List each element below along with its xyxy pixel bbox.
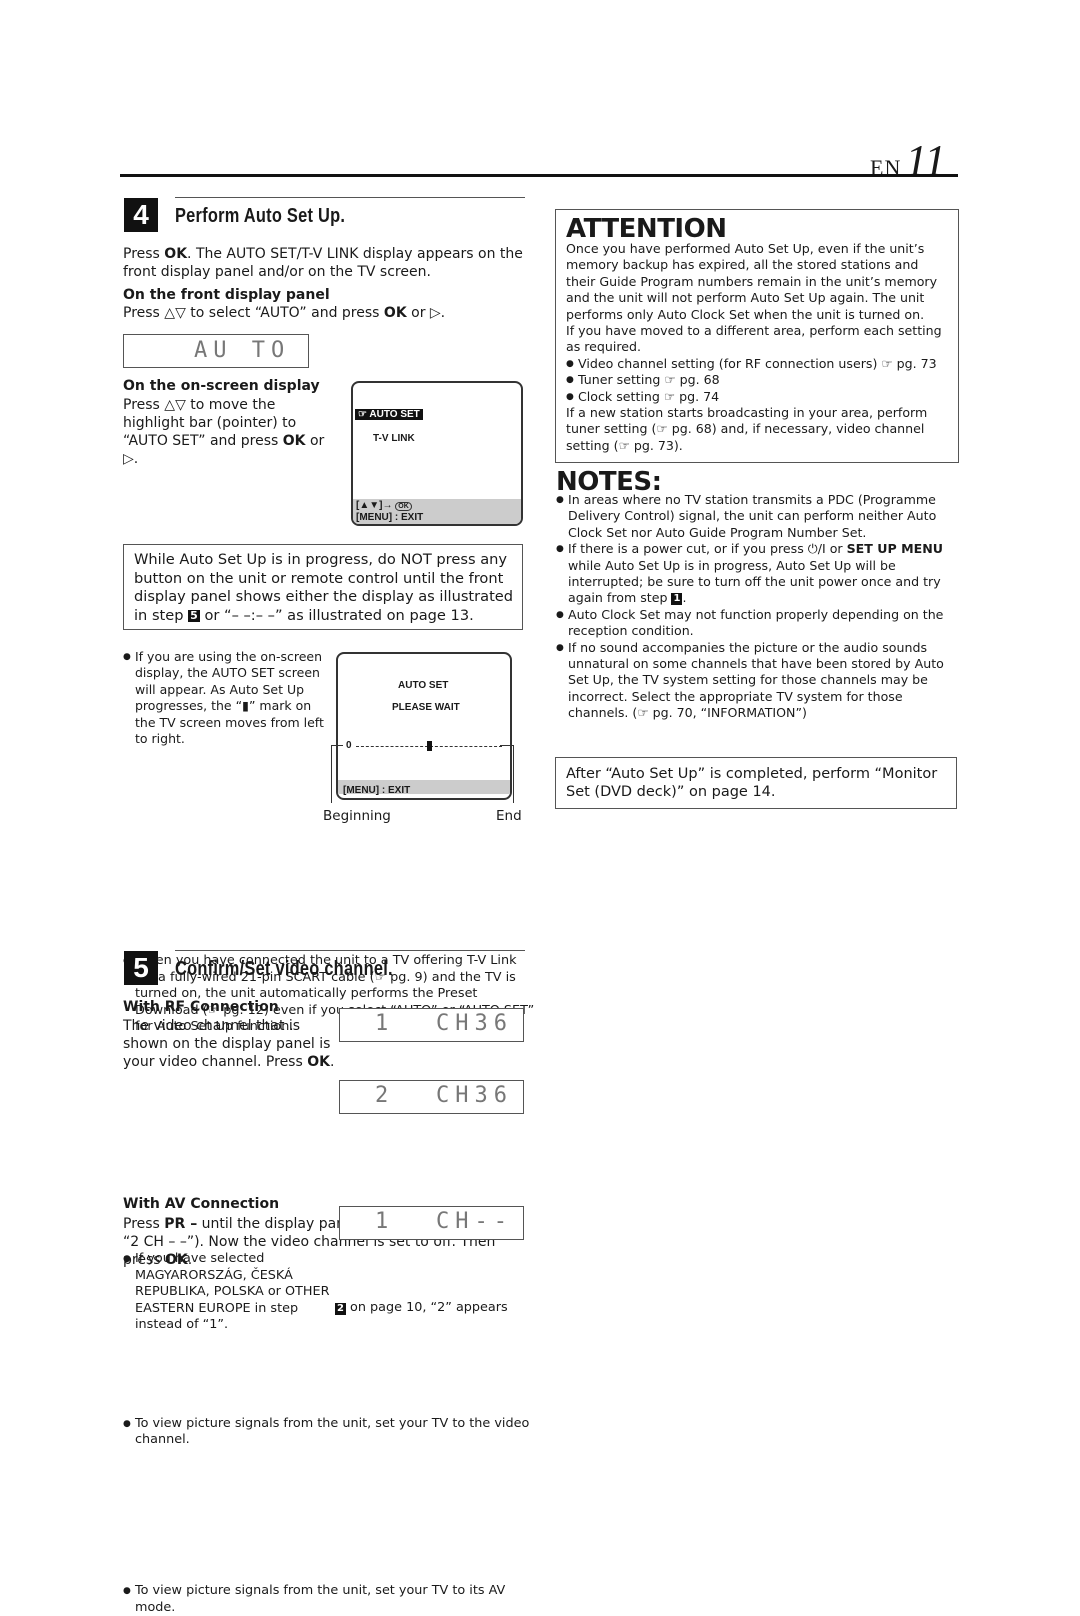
- rf-bullet-view: To view picture signals from the unit, s…: [123, 1416, 535, 1449]
- step-ref-badge: 2: [335, 1302, 346, 1315]
- lcd-channel: CH36: [436, 1011, 513, 1036]
- label-beginning: Beginning: [323, 808, 391, 824]
- onscreen-text: Press △▽ to move the highlight bar (poin…: [123, 397, 325, 467]
- progress-scale: 0: [340, 740, 506, 752]
- lcd-prog: 2: [375, 1083, 395, 1108]
- av-heading: With AV Connection: [123, 1196, 280, 1212]
- notes-list: In areas where no TV station transmits a…: [556, 492, 958, 722]
- lcd-channel: CH36: [436, 1083, 513, 1108]
- step4-intro: Press OK. The AUTO SET/T-V LINK display …: [123, 246, 523, 280]
- exit-hint: [MENU] : EXIT: [356, 512, 424, 523]
- progress-marker: [427, 741, 432, 751]
- pointer-icon: ☞: [358, 409, 367, 420]
- step5-number: 5: [124, 951, 158, 985]
- begin-line: [331, 745, 332, 803]
- ok-button-icon: OK: [395, 502, 412, 511]
- rf-text: The video channel that is shown on the d…: [123, 1018, 335, 1070]
- step4-rule: [175, 197, 525, 198]
- front-panel-text: Press △▽ to select “AUTO” and press OK o…: [123, 305, 446, 321]
- front-panel-heading: On the front display panel: [123, 287, 330, 303]
- lcd-av: 1 CH--: [339, 1206, 524, 1240]
- step4-title: Perform Auto Set Up.: [175, 205, 346, 227]
- end-tick: [500, 745, 513, 746]
- lcd-prog: 1: [375, 1209, 395, 1234]
- page-header: EN 11: [870, 135, 946, 186]
- step5-title: Confirm/Set video channel.: [175, 958, 393, 980]
- step5-rule: [175, 950, 525, 951]
- step-ref-badge: 5: [188, 608, 200, 622]
- note-item: If no sound accompanies the picture or t…: [556, 640, 958, 722]
- osd-menu-screen: ☞ AUTO SET T-V LINK [▲▼]→ OK [MENU] : EX…: [351, 381, 523, 526]
- warning-box: While Auto Set Up is in progress, do NOT…: [123, 544, 523, 630]
- scale-zero: 0: [346, 740, 352, 751]
- note-item: If there is a power cut, or if you press…: [556, 541, 958, 607]
- attention-item: Video channel setting (for RF connection…: [566, 356, 951, 373]
- front-display-auto: AU TO: [123, 334, 309, 368]
- osd-hint-bar: [▲▼]→ OK [MENU] : EXIT: [353, 499, 521, 524]
- lcd-rf-ch2: 2 CH36: [339, 1080, 524, 1114]
- osd-item-tv-link[interactable]: T-V LINK: [373, 433, 415, 444]
- end-line: [513, 745, 514, 803]
- attention-title: ATTENTION: [566, 214, 727, 244]
- attention-para2: If you have moved to a different area, p…: [566, 323, 942, 355]
- osd-progress-screen: AUTO SET PLEASE WAIT 0 [MENU] : EXIT: [336, 652, 512, 800]
- nav-hint: [▲▼]→: [356, 500, 393, 511]
- av-bullet: To view picture signals from the unit, s…: [123, 1583, 535, 1616]
- osd-item-auto-set[interactable]: ☞ AUTO SET: [355, 409, 423, 420]
- attention-box: ATTENTION Once you have performed Auto S…: [555, 209, 959, 463]
- label-end: End: [496, 808, 522, 824]
- rf-heading: With RF Connection: [123, 999, 279, 1015]
- page-number: 11: [905, 136, 947, 185]
- attention-item: Tuner setting ☞ pg. 68: [566, 372, 951, 389]
- note-item: Auto Clock Set may not function properly…: [556, 607, 958, 640]
- attention-item: Clock setting ☞ pg. 74: [566, 389, 951, 406]
- lcd-prog: 1: [375, 1011, 395, 1036]
- attention-body: Once you have performed Auto Set Up, eve…: [566, 241, 951, 454]
- after-setup-box: After “Auto Set Up” is completed, perfor…: [555, 757, 957, 809]
- attention-para3: If a new station starts broadcasting in …: [566, 405, 928, 453]
- begin-tick: [331, 745, 343, 746]
- progress-note: If you are using the on-screen display, …: [123, 649, 335, 747]
- progress-title: AUTO SET: [398, 680, 449, 691]
- step-ref-badge: 1: [671, 593, 683, 606]
- lcd-rf-ch1: 1 CH36: [339, 1008, 524, 1042]
- onscreen-heading: On the on-screen display: [123, 378, 320, 394]
- lcd-channel: CH--: [436, 1209, 513, 1234]
- progress-status: PLEASE WAIT: [392, 702, 460, 713]
- attention-para1: Once you have performed Auto Set Up, eve…: [566, 241, 938, 322]
- lcd-text: AU TO: [194, 338, 291, 363]
- osd-exit-bar: [MENU] : EXIT: [338, 780, 510, 796]
- note-item: In areas where no TV station transmits a…: [556, 492, 958, 541]
- header-rule: [120, 174, 958, 177]
- step4-number: 4: [124, 198, 158, 232]
